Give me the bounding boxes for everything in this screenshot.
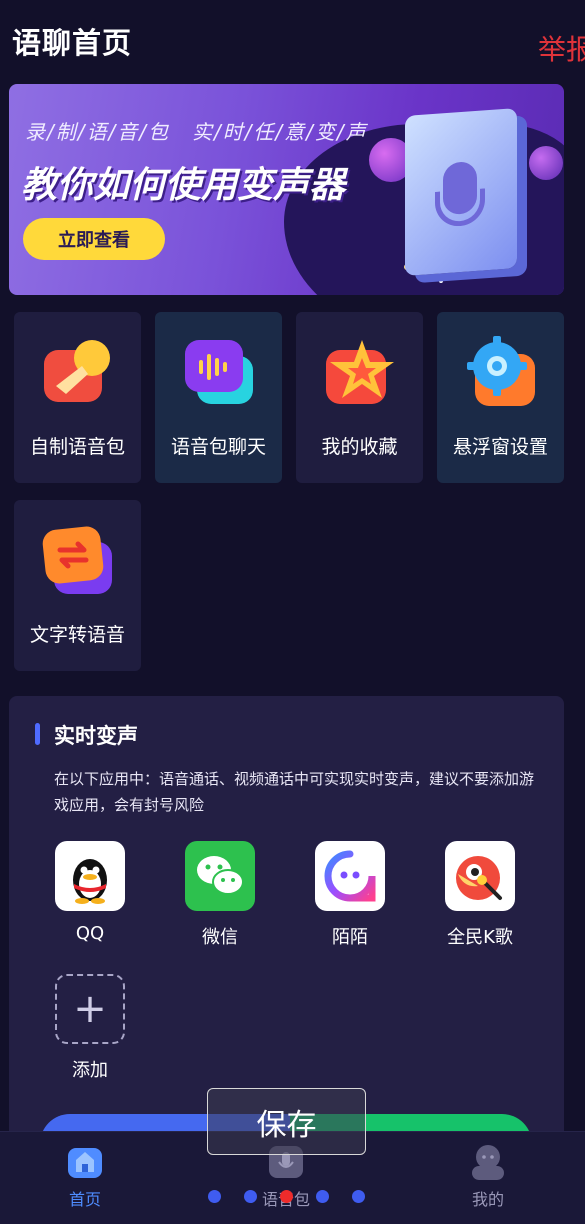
mic-stand bbox=[435, 188, 485, 228]
feature-tile-custom-voice-pack[interactable]: 自制语音包 bbox=[14, 312, 141, 483]
page-title: 语聊首页 bbox=[12, 26, 133, 60]
feature-label: 自制语音包 bbox=[29, 436, 125, 458]
promo-banner[interactable]: 录/制/语/音/包 实/时/任/意/变/声 教你如何使用变声器 立即查看 bbox=[9, 84, 564, 295]
karaoke-icon bbox=[445, 841, 515, 911]
page-dot[interactable] bbox=[244, 1190, 257, 1203]
feature-label: 悬浮窗设置 bbox=[452, 436, 548, 458]
feature-tile-favorites[interactable]: 我的收藏 bbox=[296, 312, 423, 483]
add-label: 添加 bbox=[72, 1060, 108, 1081]
app-qq[interactable]: QQ bbox=[45, 841, 135, 944]
section-accent-bar bbox=[35, 723, 40, 745]
page-dot-active[interactable] bbox=[280, 1190, 293, 1203]
banner-title: 教你如何使用变声器 bbox=[21, 165, 346, 206]
plus-icon: + bbox=[55, 974, 125, 1044]
page-dot[interactable] bbox=[316, 1190, 329, 1203]
momo-icon bbox=[315, 841, 385, 911]
feature-label: 文字转语音 bbox=[29, 624, 125, 646]
star-icon bbox=[326, 340, 394, 404]
book-mic-icon bbox=[405, 108, 517, 276]
page-dot[interactable] bbox=[352, 1190, 365, 1203]
feature-label: 我的收藏 bbox=[321, 436, 398, 458]
profile-icon bbox=[472, 1145, 504, 1180]
home-icon bbox=[68, 1148, 102, 1178]
add-app-button[interactable]: + 添加 bbox=[45, 974, 135, 1082]
feature-label: 语音包聊天 bbox=[170, 436, 266, 458]
qq-penguin-icon bbox=[55, 841, 125, 911]
page-indicator bbox=[0, 1190, 585, 1206]
feature-tile-voice-chat[interactable]: 语音包聊天 bbox=[155, 312, 282, 483]
app-karaoke[interactable]: 全民K歌 bbox=[435, 841, 525, 949]
app-name: QQ bbox=[75, 923, 105, 944]
feature-tile-text-to-speech[interactable]: 文字转语音 bbox=[14, 500, 141, 671]
save-button[interactable]: 保存 bbox=[207, 1088, 366, 1155]
feature-tile-floating-window-settings[interactable]: 悬浮窗设置 bbox=[437, 312, 564, 483]
app-wechat[interactable]: 微信 bbox=[175, 841, 265, 949]
report-link[interactable]: 举报 bbox=[538, 28, 585, 68]
star-icon bbox=[439, 279, 443, 283]
section-description: 在以下应用中：语音通话、视频通话中可实现实时变声，建议不要添加游戏应用，会有封号… bbox=[54, 770, 535, 814]
voice-chat-icon bbox=[185, 340, 253, 404]
mic-horn-icon bbox=[44, 340, 110, 402]
page-dot[interactable] bbox=[208, 1190, 221, 1203]
gear-icon bbox=[467, 336, 535, 406]
app-name: 微信 bbox=[202, 927, 238, 948]
app-screen: 语聊首页 举报 录/制/语/音/包 实/时/任/意/变/声 教你如何使用变声器 … bbox=[0, 0, 585, 1224]
section-title: 实时变声 bbox=[54, 724, 138, 748]
planet-icon bbox=[529, 146, 563, 180]
app-name: 陌陌 bbox=[332, 927, 368, 948]
wechat-icon bbox=[185, 841, 255, 911]
app-name: 全民K歌 bbox=[447, 927, 513, 948]
view-now-button[interactable]: 立即查看 bbox=[23, 218, 165, 260]
banner-subtitle: 录/制/语/音/包 实/时/任/意/变/声 bbox=[25, 120, 368, 144]
app-momo[interactable]: 陌陌 bbox=[305, 841, 395, 949]
convert-icon bbox=[42, 526, 112, 594]
header: 语聊首页 举报 bbox=[0, 0, 585, 80]
